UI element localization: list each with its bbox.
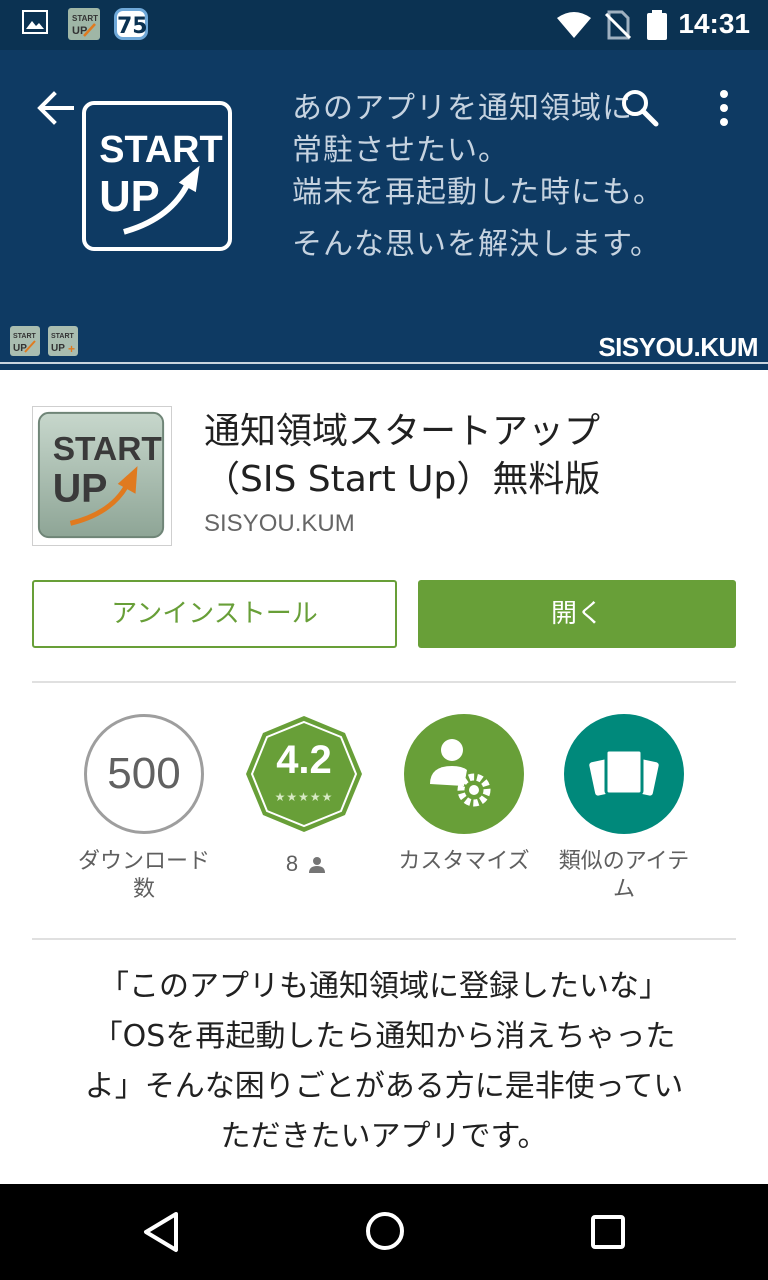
divider: [32, 938, 736, 940]
nav-recents-icon[interactable]: [590, 1214, 626, 1250]
app-description[interactable]: 「このアプリも通知領域に登録したいな」 「OSを再起動したら通知から消えちゃった…: [40, 962, 728, 1162]
no-signal-icon: [604, 10, 632, 40]
search-icon[interactable]: [618, 86, 662, 130]
description-line: 「OSを再起動したら通知から消えちゃった: [92, 1019, 676, 1054]
app-title: 通知領域スタートアップ （SIS Start Up）無料版: [204, 408, 744, 504]
customize-label: カスタマイズ: [398, 849, 530, 874]
divider: [32, 681, 736, 683]
startup-mini-icon: START UP: [10, 326, 40, 356]
rating-stars: ★★★★★: [274, 790, 334, 804]
description-line: 「このアプリも通知領域に登録したいな」: [99, 969, 669, 1004]
svg-text:START: START: [53, 431, 163, 468]
svg-text:UP: UP: [13, 343, 27, 354]
status-time: 14:31: [678, 8, 750, 39]
wifi-icon: [557, 12, 591, 38]
gallery-icon: [22, 10, 48, 34]
downloads-label-line: ダウンロード: [77, 849, 210, 874]
app-title-line: 通知領域スタートアップ: [204, 411, 601, 452]
developer-name[interactable]: SISYOU.KUM: [204, 510, 355, 538]
notification-count-badge: 75: [114, 8, 148, 40]
back-arrow-icon[interactable]: [34, 86, 78, 130]
app-title-line: （SIS Start Up）無料版: [204, 459, 601, 500]
banner-brand-text: SISYOU.KUM: [598, 332, 758, 362]
uninstall-button[interactable]: アンインストール: [32, 580, 397, 648]
startup-app-icon: START UP: [68, 8, 100, 40]
person-icon: [309, 857, 326, 874]
overflow-menu-icon[interactable]: [706, 86, 742, 130]
downloads-label: ダウンロード 数: [69, 848, 219, 904]
reviews-count-value: 8: [285, 851, 299, 876]
downloads-badge: 500: [84, 714, 204, 834]
similar-label-line: ム: [612, 877, 635, 902]
description-line: よ」そんな困りごとがある方に是非使ってい: [84, 1069, 684, 1104]
banner-logo: START UP: [82, 101, 232, 251]
banner-text-line: そんな思いを解決します。: [292, 227, 661, 262]
svg-text:START: START: [72, 14, 98, 23]
svg-text:START: START: [99, 129, 222, 171]
banner-text-line: 常駐させたい。: [292, 133, 509, 168]
rating-value: 4.2: [276, 738, 332, 782]
svg-text:UP: UP: [51, 343, 65, 354]
svg-text:+: +: [68, 342, 75, 356]
open-button[interactable]: 開く: [418, 580, 736, 648]
similar-items-button[interactable]: [564, 714, 684, 834]
svg-text:START: START: [51, 333, 75, 340]
svg-text:START: START: [13, 333, 37, 340]
nav-back-icon[interactable]: [138, 1208, 182, 1256]
reviews-count: 8: [276, 850, 336, 878]
startup-app-logo: START UP: [37, 411, 165, 539]
startup-logo-graphic: START UP: [99, 129, 223, 235]
similar-label-line: 類似のアイテ: [558, 849, 690, 874]
svg-text:UP: UP: [99, 173, 159, 221]
person-settings-icon: [430, 739, 491, 807]
banner-text-line: 端末を再起動した時にも。: [292, 175, 664, 210]
similar-items-label: 類似のアイテ ム: [549, 848, 699, 904]
status-bar: START UP 75 14:31: [0, 0, 768, 50]
app-icon: START UP: [32, 406, 172, 546]
startup-plus-mini-icon: START UP +: [48, 326, 78, 356]
nav-home-icon[interactable]: [364, 1210, 406, 1252]
rating-badge: 4.2 ★★★★★: [244, 714, 364, 834]
description-line: ただきたいアプリです。: [220, 1119, 548, 1154]
banner-divider: [0, 362, 768, 370]
downloads-label-line: 数: [132, 877, 155, 902]
svg-text:UP: UP: [53, 467, 108, 511]
battery-icon: [647, 10, 667, 40]
customize-button[interactable]: [404, 714, 524, 834]
similar-cards-icon: [589, 748, 659, 796]
